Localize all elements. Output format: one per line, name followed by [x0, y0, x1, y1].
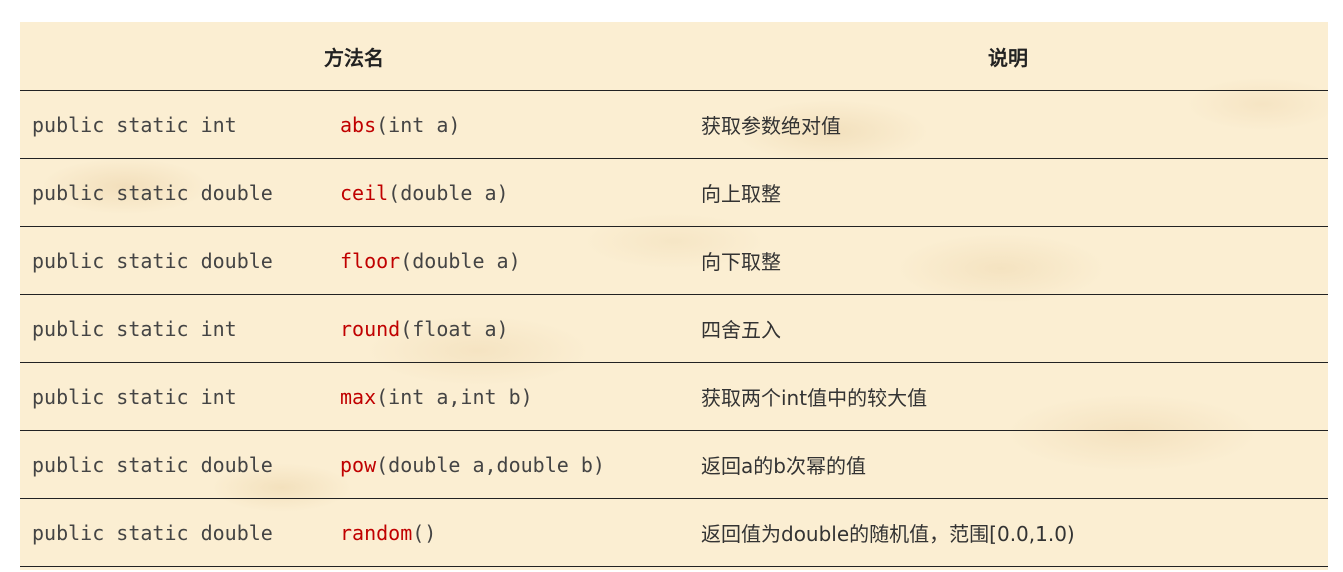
method-description: 获取两个int值中的较大值	[688, 362, 1328, 431]
method-params: (float a)	[400, 316, 509, 341]
method-description: 四舍五入	[688, 294, 1328, 363]
method-description: 返回a的b次幂的值	[688, 430, 1328, 499]
method-description: 获取参数绝对值	[688, 90, 1328, 159]
method-signature: public static double ceil(double a)	[20, 158, 688, 227]
method-table-panel: 方法名 说明 public static int abs(int a) 获取参数绝…	[20, 22, 1328, 570]
method-signature: public static int round(float a)	[20, 294, 688, 363]
method-modifiers: public static int	[32, 384, 237, 409]
method-signature: public static double random()	[20, 498, 688, 567]
math-methods-table: 方法名 说明 public static int abs(int a) 获取参数绝…	[20, 22, 1328, 567]
method-description: 向下取整	[688, 226, 1328, 295]
method-name: pow	[340, 452, 377, 477]
method-modifiers: public static double	[32, 520, 273, 545]
table-row: public static int abs(int a) 获取参数绝对值	[20, 90, 1328, 159]
method-name: max	[340, 384, 377, 409]
method-params: (int a,int b)	[376, 384, 533, 409]
method-modifiers: public static double	[32, 180, 273, 205]
table-row: public static double random() 返回值为double的…	[20, 498, 1328, 567]
method-params: (double a)	[400, 248, 521, 273]
method-name: random	[340, 520, 413, 545]
method-name: floor	[340, 248, 401, 273]
method-signature: public static double pow(double a,double …	[20, 430, 688, 499]
method-params: (double a)	[388, 180, 509, 205]
table-row: public static double floor(double a) 向下取整	[20, 226, 1328, 295]
method-modifiers: public static int	[32, 316, 237, 341]
table-row: public static int round(float a) 四舍五入	[20, 294, 1328, 363]
method-name: abs	[340, 112, 377, 137]
table-row: public static double ceil(double a) 向上取整	[20, 158, 1328, 227]
method-name: round	[340, 316, 401, 341]
table-row: public static int max(int a,int b) 获取两个in…	[20, 362, 1328, 431]
method-description: 返回值为double的随机值，范围[0.0,1.0)	[688, 498, 1328, 567]
table-header-row: 方法名 说明	[20, 22, 1328, 91]
method-name: ceil	[340, 180, 389, 205]
table-row: public static double pow(double a,double …	[20, 430, 1328, 499]
method-modifiers: public static double	[32, 248, 273, 273]
method-params: (double a,double b)	[376, 452, 605, 477]
method-signature: public static int abs(int a)	[20, 90, 688, 159]
method-params: (int a)	[376, 112, 461, 137]
header-description: 说明	[688, 22, 1328, 91]
method-modifiers: public static double	[32, 452, 273, 477]
method-signature: public static int max(int a,int b)	[20, 362, 688, 431]
method-params: ()	[412, 520, 437, 545]
method-signature: public static double floor(double a)	[20, 226, 688, 295]
method-modifiers: public static int	[32, 112, 237, 137]
method-description: 向上取整	[688, 158, 1328, 227]
header-method-name: 方法名	[20, 22, 688, 91]
